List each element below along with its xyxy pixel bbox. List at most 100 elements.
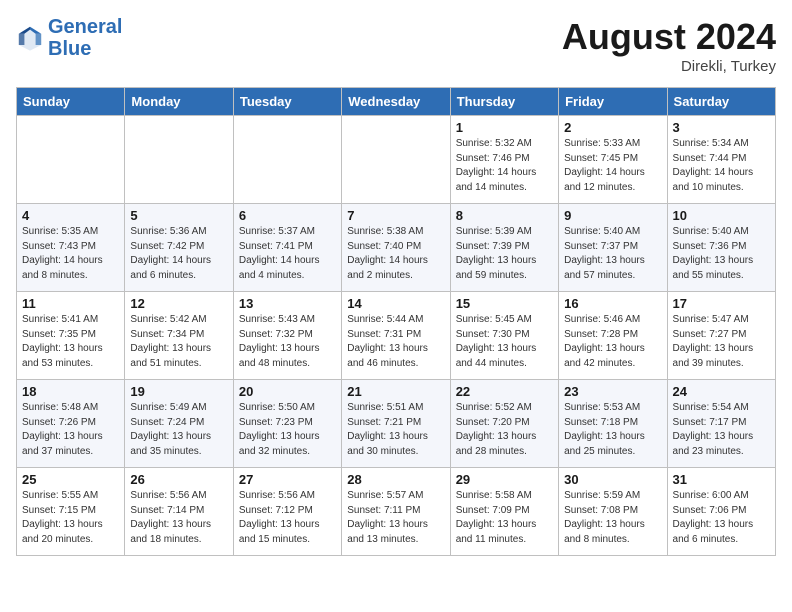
day-number: 9 (564, 208, 661, 223)
logo-icon (16, 24, 44, 52)
month-title: August 2024 (562, 16, 776, 58)
day-info: Sunrise: 5:40 AM Sunset: 7:37 PM Dayligh… (564, 225, 661, 283)
day-number: 12 (130, 296, 227, 311)
day-info: Sunrise: 5:55 AM Sunset: 7:15 PM Dayligh… (22, 489, 119, 547)
day-info: Sunrise: 5:37 AM Sunset: 7:41 PM Dayligh… (239, 225, 336, 283)
calendar-cell: 3 Sunrise: 5:34 AM Sunset: 7:44 PM Daylig… (667, 116, 775, 204)
day-info: Sunrise: 5:56 AM Sunset: 7:12 PM Dayligh… (239, 489, 336, 547)
day-number: 5 (130, 208, 227, 223)
weekday-header-tuesday: Tuesday (233, 88, 341, 116)
day-info: Sunrise: 5:57 AM Sunset: 7:11 PM Dayligh… (347, 489, 444, 547)
day-info: Sunrise: 5:54 AM Sunset: 7:17 PM Dayligh… (673, 401, 770, 459)
weekday-header-sunday: Sunday (17, 88, 125, 116)
calendar-cell: 8Sunrise: 5:39 AM Sunset: 7:39 PM Daylig… (450, 204, 558, 292)
calendar-cell: 7Sunrise: 5:38 AM Sunset: 7:40 PM Daylig… (342, 204, 450, 292)
day-number: 13 (239, 296, 336, 311)
calendar-cell: 17 Sunrise: 5:47 AM Sunset: 7:27 PM Dayli… (667, 292, 775, 380)
calendar-cell: 20 Sunrise: 5:50 AM Sunset: 7:23 PM Dayli… (233, 380, 341, 468)
calendar-cell: 18 Sunrise: 5:48 AM Sunset: 7:26 PM Dayli… (17, 380, 125, 468)
day-number: 18 (22, 384, 119, 399)
day-info: Sunrise: 5:44 AM Sunset: 7:31 PM Dayligh… (347, 313, 444, 371)
day-number: 3 (673, 120, 770, 135)
day-number: 2 (564, 120, 661, 135)
day-number: 24 (673, 384, 770, 399)
week-row-5: 25 Sunrise: 5:55 AM Sunset: 7:15 PM Dayli… (17, 468, 776, 556)
week-row-4: 18 Sunrise: 5:48 AM Sunset: 7:26 PM Dayli… (17, 380, 776, 468)
logo: General Blue (16, 16, 122, 60)
day-number: 30 (564, 472, 661, 487)
calendar-cell: 15 Sunrise: 5:45 AM Sunset: 7:30 PM Dayli… (450, 292, 558, 380)
day-number: 11 (22, 296, 119, 311)
day-info: Sunrise: 5:49 AM Sunset: 7:24 PM Dayligh… (130, 401, 227, 459)
day-number: 29 (456, 472, 553, 487)
day-info: Sunrise: 5:52 AM Sunset: 7:20 PM Dayligh… (456, 401, 553, 459)
calendar-cell: 28 Sunrise: 5:57 AM Sunset: 7:11 PM Dayli… (342, 468, 450, 556)
day-info: Sunrise: 5:40 AM Sunset: 7:36 PM Dayligh… (673, 225, 770, 283)
day-number: 15 (456, 296, 553, 311)
weekday-header-thursday: Thursday (450, 88, 558, 116)
calendar-cell: 27 Sunrise: 5:56 AM Sunset: 7:12 PM Dayli… (233, 468, 341, 556)
day-number: 19 (130, 384, 227, 399)
day-number: 22 (456, 384, 553, 399)
day-info: Sunrise: 5:33 AM Sunset: 7:45 PM Dayligh… (564, 137, 661, 195)
day-number: 27 (239, 472, 336, 487)
calendar-cell: 24 Sunrise: 5:54 AM Sunset: 7:17 PM Dayli… (667, 380, 775, 468)
weekday-header-wednesday: Wednesday (342, 88, 450, 116)
day-number: 17 (673, 296, 770, 311)
day-info: Sunrise: 5:50 AM Sunset: 7:23 PM Dayligh… (239, 401, 336, 459)
day-info: Sunrise: 5:48 AM Sunset: 7:26 PM Dayligh… (22, 401, 119, 459)
week-row-3: 11 Sunrise: 5:41 AM Sunset: 7:35 PM Dayli… (17, 292, 776, 380)
calendar-cell: 30 Sunrise: 5:59 AM Sunset: 7:08 PM Dayli… (559, 468, 667, 556)
calendar-cell: 26 Sunrise: 5:56 AM Sunset: 7:14 PM Dayli… (125, 468, 233, 556)
day-number: 6 (239, 208, 336, 223)
calendar-cell: 23 Sunrise: 5:53 AM Sunset: 7:18 PM Dayli… (559, 380, 667, 468)
calendar-cell: 9 Sunrise: 5:40 AM Sunset: 7:37 PM Daylig… (559, 204, 667, 292)
calendar-cell: 2 Sunrise: 5:33 AM Sunset: 7:45 PM Daylig… (559, 116, 667, 204)
calendar-table: SundayMondayTuesdayWednesdayThursdayFrid… (16, 87, 776, 556)
calendar-cell: 21 Sunrise: 5:51 AM Sunset: 7:21 PM Dayli… (342, 380, 450, 468)
calendar-cell: 16 Sunrise: 5:46 AM Sunset: 7:28 PM Dayli… (559, 292, 667, 380)
calendar-cell (17, 116, 125, 204)
page-header: General Blue August 2024 Direkli, Turkey (16, 16, 776, 75)
weekday-header-monday: Monday (125, 88, 233, 116)
weekday-header-friday: Friday (559, 88, 667, 116)
calendar-cell: 14 Sunrise: 5:44 AM Sunset: 7:31 PM Dayli… (342, 292, 450, 380)
week-row-1: 1Sunrise: 5:32 AM Sunset: 7:46 PM Daylig… (17, 116, 776, 204)
day-number: 7 (347, 208, 444, 223)
logo-general: General (48, 16, 122, 38)
day-info: Sunrise: 5:46 AM Sunset: 7:28 PM Dayligh… (564, 313, 661, 371)
day-number: 16 (564, 296, 661, 311)
day-info: Sunrise: 6:00 AM Sunset: 7:06 PM Dayligh… (673, 489, 770, 547)
day-info: Sunrise: 5:35 AM Sunset: 7:43 PM Dayligh… (22, 225, 119, 283)
day-number: 26 (130, 472, 227, 487)
weekday-header-saturday: Saturday (667, 88, 775, 116)
day-info: Sunrise: 5:51 AM Sunset: 7:21 PM Dayligh… (347, 401, 444, 459)
day-info: Sunrise: 5:59 AM Sunset: 7:08 PM Dayligh… (564, 489, 661, 547)
day-number: 25 (22, 472, 119, 487)
day-number: 28 (347, 472, 444, 487)
day-info: Sunrise: 5:39 AM Sunset: 7:39 PM Dayligh… (456, 225, 553, 283)
calendar-cell (125, 116, 233, 204)
day-number: 20 (239, 384, 336, 399)
day-number: 21 (347, 384, 444, 399)
location-label: Direkli, Turkey (562, 58, 776, 75)
day-info: Sunrise: 5:45 AM Sunset: 7:30 PM Dayligh… (456, 313, 553, 371)
calendar-cell: 10 Sunrise: 5:40 AM Sunset: 7:36 PM Dayli… (667, 204, 775, 292)
day-info: Sunrise: 5:36 AM Sunset: 7:42 PM Dayligh… (130, 225, 227, 283)
day-info: Sunrise: 5:47 AM Sunset: 7:27 PM Dayligh… (673, 313, 770, 371)
week-row-2: 4 Sunrise: 5:35 AM Sunset: 7:43 PM Daylig… (17, 204, 776, 292)
day-info: Sunrise: 5:41 AM Sunset: 7:35 PM Dayligh… (22, 313, 119, 371)
day-number: 23 (564, 384, 661, 399)
title-block: August 2024 Direkli, Turkey (562, 16, 776, 75)
day-info: Sunrise: 5:43 AM Sunset: 7:32 PM Dayligh… (239, 313, 336, 371)
calendar-cell: 6 Sunrise: 5:37 AM Sunset: 7:41 PM Daylig… (233, 204, 341, 292)
day-info: Sunrise: 5:34 AM Sunset: 7:44 PM Dayligh… (673, 137, 770, 195)
day-number: 4 (22, 208, 119, 223)
day-info: Sunrise: 5:42 AM Sunset: 7:34 PM Dayligh… (130, 313, 227, 371)
calendar-cell (342, 116, 450, 204)
day-info: Sunrise: 5:53 AM Sunset: 7:18 PM Dayligh… (564, 401, 661, 459)
day-number: 10 (673, 208, 770, 223)
day-number: 14 (347, 296, 444, 311)
calendar-cell: 12 Sunrise: 5:42 AM Sunset: 7:34 PM Dayli… (125, 292, 233, 380)
day-info: Sunrise: 5:56 AM Sunset: 7:14 PM Dayligh… (130, 489, 227, 547)
